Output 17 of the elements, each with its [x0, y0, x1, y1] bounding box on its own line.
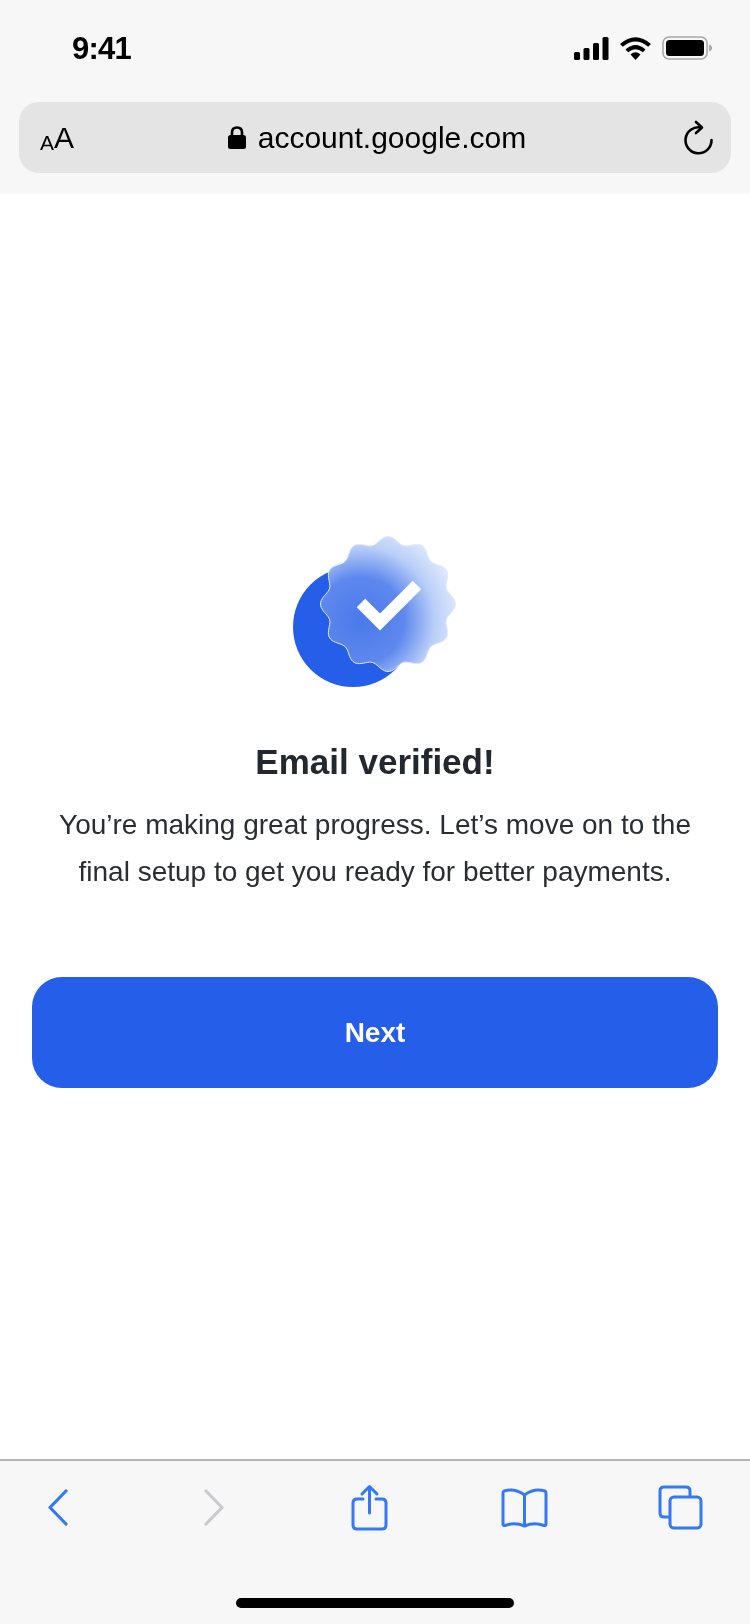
reader-text-size-button[interactable]: AA [40, 122, 75, 153]
wifi-icon [619, 36, 652, 60]
reload-icon[interactable] [682, 119, 714, 156]
status-time: 9:41 [72, 32, 131, 64]
forward-chevron-icon [203, 1488, 224, 1526]
back-chevron-icon [48, 1488, 68, 1526]
page-title: Email verified! [255, 741, 495, 783]
open-book-icon [501, 1486, 548, 1528]
battery-icon [662, 36, 712, 60]
share-icon [350, 1483, 388, 1531]
verified-badge-icon [292, 536, 458, 688]
address-bar[interactable]: AA account.google.com [19, 102, 731, 173]
url-text: account.google.com [257, 122, 527, 153]
tabs-icon [657, 1484, 703, 1530]
next-button[interactable]: Next [32, 977, 718, 1088]
page-message: You’re making great progress. Let’s move on to the final setup to get you ready for better payments. [58, 808, 692, 889]
signal-icon [574, 36, 609, 60]
